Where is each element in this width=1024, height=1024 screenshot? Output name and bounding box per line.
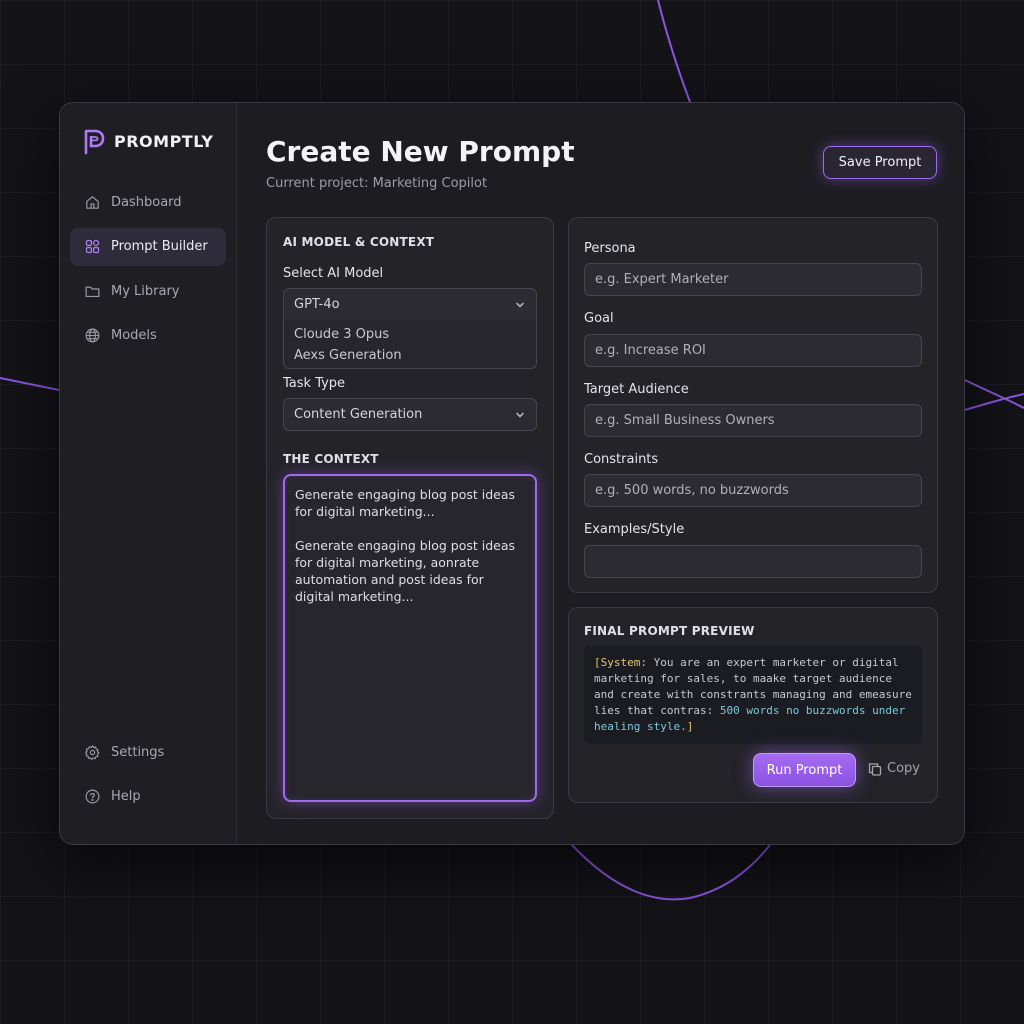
- chevron-down-icon: [516, 412, 524, 418]
- model-select[interactable]: GPT-4o: [283, 288, 537, 321]
- brand[interactable]: PROMPTLY: [82, 127, 214, 155]
- context-paragraph: Generate engaging blog post ideas for di…: [295, 538, 516, 604]
- sidebar-item-prompt-builder[interactable]: Prompt Builder: [70, 227, 226, 266]
- copy-label: Copy: [887, 761, 920, 776]
- sidebar-item-label: Dashboard: [111, 194, 182, 210]
- page-title: Create New Prompt: [266, 135, 575, 168]
- model-select-value: GPT-4o: [294, 297, 340, 312]
- constraints-input[interactable]: [584, 474, 922, 507]
- examples-style-label: Examples/Style: [584, 522, 685, 537]
- sidebar-item-my-library[interactable]: My Library: [70, 272, 226, 310]
- brand-name: PROMPTLY: [114, 131, 214, 151]
- goal-label: Goal: [584, 311, 614, 326]
- sidebar-item-dashboard[interactable]: Dashboard: [70, 183, 226, 221]
- sidebar-nav: Dashboard Prompt Builder My Library Mode…: [70, 183, 226, 361]
- sidebar-item-label: Help: [111, 789, 141, 804]
- sidebar-item-help[interactable]: Help: [70, 778, 226, 816]
- final-prompt-preview-panel: FINAL PROMPT PREVIEW [System: You are an…: [568, 607, 938, 803]
- target-audience-label: Target Audience: [584, 382, 689, 397]
- chevron-down-icon: [516, 302, 524, 308]
- logo-icon: [84, 129, 105, 155]
- code-bracket: [: [594, 656, 601, 669]
- persona-input[interactable]: [584, 263, 922, 296]
- sidebar-item-label: Settings: [111, 744, 165, 760]
- run-prompt-button[interactable]: Run Prompt: [753, 753, 856, 787]
- section-title: AI MODEL & CONTEXT: [283, 235, 435, 249]
- sidebar: PROMPTLY Dashboard Prompt Builder My Lib…: [60, 103, 237, 844]
- grid-icon: [85, 239, 100, 254]
- home-icon: [86, 195, 99, 209]
- app-window: PROMPTLY Dashboard Prompt Builder My Lib…: [59, 102, 965, 845]
- folder-icon: [85, 286, 100, 297]
- copy-icon: [868, 762, 882, 776]
- help-icon: [85, 789, 100, 804]
- copy-button[interactable]: Copy: [868, 761, 920, 776]
- model-option[interactable]: Cloude 3 Opus: [294, 324, 526, 345]
- task-type-select[interactable]: Content Generation: [283, 398, 537, 431]
- task-type-label: Task Type: [283, 376, 346, 391]
- model-label: Select AI Model: [283, 266, 384, 281]
- sidebar-bottom-nav: Settings Help: [70, 733, 226, 822]
- globe-icon: [85, 328, 100, 343]
- model-dropdown: Cloude 3 Opus Aexs Generation: [283, 320, 537, 369]
- persona-label: Persona: [584, 241, 636, 256]
- model-context-panel: AI MODEL & CONTEXT Select AI Model GPT-4…: [266, 217, 554, 819]
- code-bracket: ]: [686, 720, 694, 733]
- sidebar-item-models[interactable]: Models: [70, 317, 226, 355]
- context-textarea[interactable]: Generate engaging blog post ideas for di…: [283, 474, 537, 802]
- target-audience-input[interactable]: [584, 404, 922, 437]
- prompt-preview-code: [System: You are an expert marketer or d…: [584, 646, 922, 744]
- sidebar-item-label: Models: [111, 328, 157, 343]
- context-title: THE CONTEXT: [283, 452, 379, 466]
- gear-icon: [84, 744, 100, 760]
- context-paragraph: Generate engaging blog post ideas for di…: [295, 487, 516, 519]
- model-option[interactable]: Aexs Generation: [294, 345, 526, 366]
- task-type-value: Content Generation: [294, 407, 423, 422]
- sidebar-item-settings[interactable]: Settings: [70, 733, 226, 771]
- save-prompt-button[interactable]: Save Prompt: [823, 146, 937, 179]
- code-system-token: System:: [600, 656, 647, 669]
- sidebar-item-label: My Library: [111, 283, 180, 299]
- prompt-fields-panel: Persona Goal Target Audience Constraints…: [568, 217, 938, 593]
- sidebar-item-label: Prompt Builder: [111, 239, 208, 254]
- examples-style-input[interactable]: [584, 545, 922, 578]
- preview-title: FINAL PROMPT PREVIEW: [584, 624, 755, 638]
- page-subtitle: Current project: Marketing Copilot: [266, 176, 488, 191]
- constraints-label: Constraints: [584, 452, 659, 467]
- goal-input[interactable]: [584, 334, 922, 367]
